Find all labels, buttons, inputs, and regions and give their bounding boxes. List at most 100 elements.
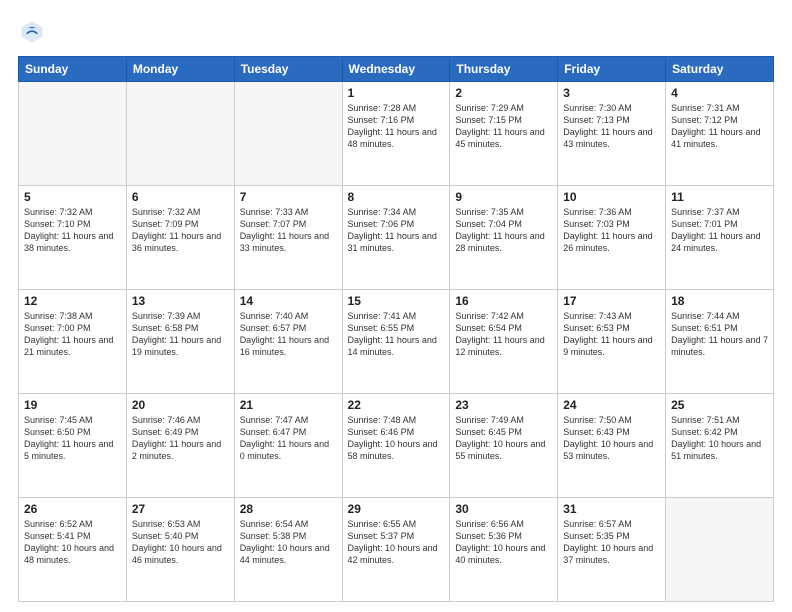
calendar-cell: 24 Sunrise: 7:50 AMSunset: 6:43 PMDayligh… <box>558 394 666 498</box>
calendar-cell <box>126 82 234 186</box>
day-info: Sunrise: 7:38 AMSunset: 7:00 PMDaylight:… <box>24 310 121 359</box>
day-header-friday: Friday <box>558 57 666 82</box>
day-number: 24 <box>563 398 660 412</box>
calendar-cell: 2 Sunrise: 7:29 AMSunset: 7:15 PMDaylight… <box>450 82 558 186</box>
day-number: 12 <box>24 294 121 308</box>
day-info: Sunrise: 7:28 AMSunset: 7:16 PMDaylight:… <box>348 102 445 151</box>
calendar-cell: 15 Sunrise: 7:41 AMSunset: 6:55 PMDayligh… <box>342 290 450 394</box>
day-info: Sunrise: 7:37 AMSunset: 7:01 PMDaylight:… <box>671 206 768 255</box>
calendar-cell: 5 Sunrise: 7:32 AMSunset: 7:10 PMDaylight… <box>19 186 127 290</box>
day-info: Sunrise: 7:34 AMSunset: 7:06 PMDaylight:… <box>348 206 445 255</box>
day-number: 18 <box>671 294 768 308</box>
day-header-tuesday: Tuesday <box>234 57 342 82</box>
header <box>18 18 774 46</box>
calendar-cell: 6 Sunrise: 7:32 AMSunset: 7:09 PMDaylight… <box>126 186 234 290</box>
week-row-2: 5 Sunrise: 7:32 AMSunset: 7:10 PMDaylight… <box>19 186 774 290</box>
calendar-cell: 8 Sunrise: 7:34 AMSunset: 7:06 PMDaylight… <box>342 186 450 290</box>
calendar-cell: 27 Sunrise: 6:53 AMSunset: 5:40 PMDayligh… <box>126 498 234 602</box>
day-number: 13 <box>132 294 229 308</box>
calendar-cell: 23Sunrise: 7:49 AMSunset: 6:45 PMDayligh… <box>450 394 558 498</box>
day-info: Sunrise: 6:55 AMSunset: 5:37 PMDaylight:… <box>348 518 445 567</box>
day-number: 26 <box>24 502 121 516</box>
day-info: Sunrise: 7:32 AMSunset: 7:09 PMDaylight:… <box>132 206 229 255</box>
day-number: 28 <box>240 502 337 516</box>
calendar-cell: 11 Sunrise: 7:37 AMSunset: 7:01 PMDayligh… <box>666 186 774 290</box>
day-info: Sunrise: 7:33 AMSunset: 7:07 PMDaylight:… <box>240 206 337 255</box>
calendar-cell: 19 Sunrise: 7:45 AMSunset: 6:50 PMDayligh… <box>19 394 127 498</box>
day-number: 17 <box>563 294 660 308</box>
calendar-cell: 3 Sunrise: 7:30 AMSunset: 7:13 PMDaylight… <box>558 82 666 186</box>
day-info: Sunrise: 6:53 AMSunset: 5:40 PMDaylight:… <box>132 518 229 567</box>
day-number: 5 <box>24 190 121 204</box>
calendar-cell: 21 Sunrise: 7:47 AMSunset: 6:47 PMDayligh… <box>234 394 342 498</box>
day-number: 10 <box>563 190 660 204</box>
day-number: 22 <box>348 398 445 412</box>
calendar-cell: 4 Sunrise: 7:31 AMSunset: 7:12 PMDaylight… <box>666 82 774 186</box>
day-info: Sunrise: 7:35 AMSunset: 7:04 PMDaylight:… <box>455 206 552 255</box>
day-info: Sunrise: 7:46 AMSunset: 6:49 PMDaylight:… <box>132 414 229 463</box>
week-row-4: 19 Sunrise: 7:45 AMSunset: 6:50 PMDayligh… <box>19 394 774 498</box>
day-number: 23 <box>455 398 552 412</box>
day-number: 19 <box>24 398 121 412</box>
day-number: 29 <box>348 502 445 516</box>
day-number: 31 <box>563 502 660 516</box>
day-info: Sunrise: 7:43 AMSunset: 6:53 PMDaylight:… <box>563 310 660 359</box>
day-number: 25 <box>671 398 768 412</box>
day-number: 4 <box>671 86 768 100</box>
day-header-monday: Monday <box>126 57 234 82</box>
day-info: Sunrise: 7:32 AMSunset: 7:10 PMDaylight:… <box>24 206 121 255</box>
day-number: 27 <box>132 502 229 516</box>
day-info: Sunrise: 7:31 AMSunset: 7:12 PMDaylight:… <box>671 102 768 151</box>
day-number: 11 <box>671 190 768 204</box>
logo <box>18 18 50 46</box>
day-info: Sunrise: 7:47 AMSunset: 6:47 PMDaylight:… <box>240 414 337 463</box>
day-info: Sunrise: 7:42 AMSunset: 6:54 PMDaylight:… <box>455 310 552 359</box>
calendar-cell <box>666 498 774 602</box>
day-info: Sunrise: 6:54 AMSunset: 5:38 PMDaylight:… <box>240 518 337 567</box>
calendar-cell: 10 Sunrise: 7:36 AMSunset: 7:03 PMDayligh… <box>558 186 666 290</box>
day-info: Sunrise: 6:56 AMSunset: 5:36 PMDaylight:… <box>455 518 552 567</box>
day-number: 21 <box>240 398 337 412</box>
calendar-cell: 26 Sunrise: 6:52 AMSunset: 5:41 PMDayligh… <box>19 498 127 602</box>
week-row-5: 26 Sunrise: 6:52 AMSunset: 5:41 PMDayligh… <box>19 498 774 602</box>
calendar-cell: 9Sunrise: 7:35 AMSunset: 7:04 PMDaylight… <box>450 186 558 290</box>
day-info: Sunrise: 7:40 AMSunset: 6:57 PMDaylight:… <box>240 310 337 359</box>
calendar-cell: 20 Sunrise: 7:46 AMSunset: 6:49 PMDayligh… <box>126 394 234 498</box>
calendar-cell: 14 Sunrise: 7:40 AMSunset: 6:57 PMDayligh… <box>234 290 342 394</box>
day-number: 3 <box>563 86 660 100</box>
day-info: Sunrise: 6:52 AMSunset: 5:41 PMDaylight:… <box>24 518 121 567</box>
calendar-cell: 28 Sunrise: 6:54 AMSunset: 5:38 PMDayligh… <box>234 498 342 602</box>
week-row-3: 12 Sunrise: 7:38 AMSunset: 7:00 PMDayligh… <box>19 290 774 394</box>
day-info: Sunrise: 7:45 AMSunset: 6:50 PMDaylight:… <box>24 414 121 463</box>
day-header-saturday: Saturday <box>666 57 774 82</box>
calendar-table: SundayMondayTuesdayWednesdayThursdayFrid… <box>18 56 774 602</box>
day-info: Sunrise: 7:36 AMSunset: 7:03 PMDaylight:… <box>563 206 660 255</box>
calendar-header-row: SundayMondayTuesdayWednesdayThursdayFrid… <box>19 57 774 82</box>
day-info: Sunrise: 7:39 AMSunset: 6:58 PMDaylight:… <box>132 310 229 359</box>
logo-icon <box>18 18 46 46</box>
calendar-cell <box>19 82 127 186</box>
calendar-cell: 13 Sunrise: 7:39 AMSunset: 6:58 PMDayligh… <box>126 290 234 394</box>
calendar-cell: 29 Sunrise: 6:55 AMSunset: 5:37 PMDayligh… <box>342 498 450 602</box>
day-number: 14 <box>240 294 337 308</box>
day-info: Sunrise: 7:30 AMSunset: 7:13 PMDaylight:… <box>563 102 660 151</box>
day-number: 7 <box>240 190 337 204</box>
calendar-cell: 17 Sunrise: 7:43 AMSunset: 6:53 PMDayligh… <box>558 290 666 394</box>
day-number: 20 <box>132 398 229 412</box>
day-info: Sunrise: 7:44 AMSunset: 6:51 PMDaylight:… <box>671 310 768 359</box>
day-number: 30 <box>455 502 552 516</box>
day-info: Sunrise: 6:57 AMSunset: 5:35 PMDaylight:… <box>563 518 660 567</box>
day-number: 15 <box>348 294 445 308</box>
day-header-wednesday: Wednesday <box>342 57 450 82</box>
day-info: Sunrise: 7:29 AMSunset: 7:15 PMDaylight:… <box>455 102 552 151</box>
day-number: 8 <box>348 190 445 204</box>
day-info: Sunrise: 7:41 AMSunset: 6:55 PMDaylight:… <box>348 310 445 359</box>
calendar-cell: 7 Sunrise: 7:33 AMSunset: 7:07 PMDaylight… <box>234 186 342 290</box>
day-info: Sunrise: 7:51 AMSunset: 6:42 PMDaylight:… <box>671 414 768 463</box>
day-number: 6 <box>132 190 229 204</box>
calendar-cell: 16Sunrise: 7:42 AMSunset: 6:54 PMDayligh… <box>450 290 558 394</box>
week-row-1: 1Sunrise: 7:28 AMSunset: 7:16 PMDaylight… <box>19 82 774 186</box>
day-number: 2 <box>455 86 552 100</box>
day-info: Sunrise: 7:50 AMSunset: 6:43 PMDaylight:… <box>563 414 660 463</box>
day-header-sunday: Sunday <box>19 57 127 82</box>
